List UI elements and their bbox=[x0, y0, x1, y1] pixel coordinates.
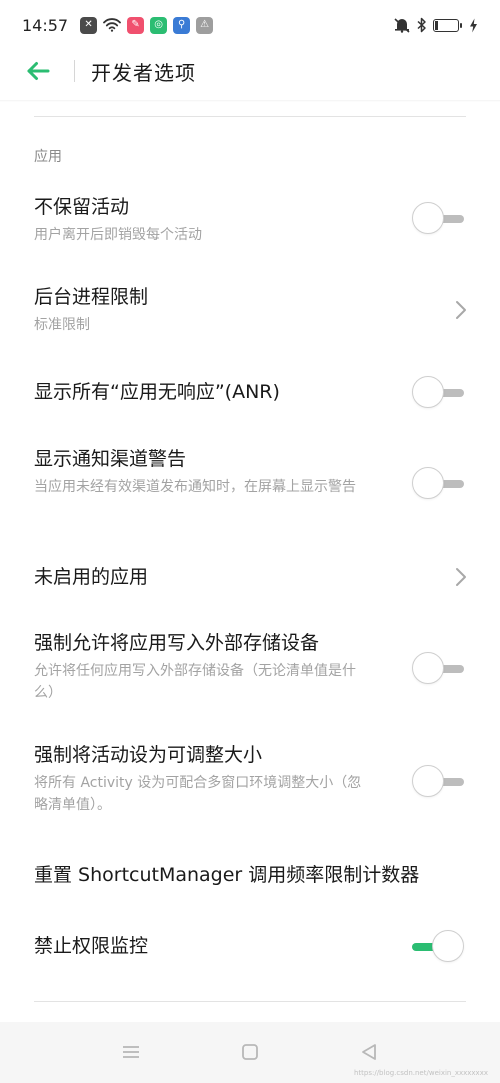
page-title: 开发者选项 bbox=[91, 60, 196, 85]
header-shadow bbox=[0, 100, 500, 102]
setting-reset-shortcutmanager-rate-limiting[interactable]: 重置 ShortcutManager 调用频率限制计数器 bbox=[0, 858, 500, 894]
status-time: 14:57 bbox=[22, 15, 69, 35]
toggle-switch[interactable] bbox=[412, 467, 466, 501]
setting-dont-keep-activities[interactable]: 不保留活动 用户离开后即销毁每个活动 bbox=[0, 190, 500, 260]
wechat-icon: ◎ bbox=[150, 16, 168, 34]
setting-text: 后台进程限制 标准限制 bbox=[34, 284, 374, 336]
setting-title: 强制将活动设为可调整大小 bbox=[34, 744, 263, 766]
screen: 14:57 ✕ ✎ ◎ ⚲ ⚠ 开发者选项 应用 不保留活动 用户离开后即销毁每… bbox=[0, 0, 500, 1083]
setting-disable-permission-monitoring[interactable]: 禁止权限监控 bbox=[0, 928, 500, 968]
setting-text: 显示通知渠道警告 当应用未经有效渠道发布通知时，在屏幕上显示警告 bbox=[34, 446, 374, 498]
setting-show-all-anr[interactable]: 显示所有“应用无响应”(ANR) bbox=[0, 374, 500, 414]
status-left: 14:57 ✕ ✎ ◎ ⚲ ⚠ bbox=[22, 15, 214, 35]
setting-force-resizable-activities[interactable]: 强制将活动设为可调整大小 将所有 Activity 设为可配合多窗口环境调整大小… bbox=[0, 742, 500, 826]
charging-icon bbox=[469, 18, 478, 33]
setting-text: 显示所有“应用无响应”(ANR) bbox=[34, 379, 374, 405]
setting-text: 禁止权限监控 bbox=[34, 933, 374, 959]
chevron-right-icon bbox=[454, 299, 468, 321]
title-divider bbox=[74, 60, 75, 82]
setting-text: 不保留活动 用户离开后即销毁每个活动 bbox=[34, 194, 374, 246]
setting-title: 后台进程限制 bbox=[34, 286, 149, 308]
setting-inactive-apps[interactable]: 未启用的应用 bbox=[0, 560, 500, 596]
toggle-switch[interactable] bbox=[412, 652, 466, 686]
setting-force-allow-external-storage[interactable]: 强制允许将应用写入外部存储设备 允许将任何应用写入外部存储设备（无论清单值是什么… bbox=[0, 628, 500, 712]
debug-icon: ⚠ bbox=[196, 16, 214, 34]
setting-text: 重置 ShortcutManager 调用频率限制计数器 bbox=[34, 862, 474, 888]
nav-bar: https://blog.csdn.net/weixin_xxxxxxxx bbox=[0, 1022, 500, 1083]
toggle-switch[interactable] bbox=[412, 765, 466, 799]
app-notification-icon: ✎ bbox=[127, 16, 145, 34]
setting-text: 强制将活动设为可调整大小 将所有 Activity 设为可配合多窗口环境调整大小… bbox=[34, 742, 374, 816]
switch-knob bbox=[412, 652, 444, 684]
watermark: https://blog.csdn.net/weixin_xxxxxxxx bbox=[353, 1069, 488, 1077]
battery-icon bbox=[433, 18, 462, 32]
setting-subtitle: 允许将任何应用写入外部存储设备（无论清单值是什么） bbox=[34, 663, 356, 701]
setting-text: 强制允许将应用写入外部存储设备 允许将任何应用写入外部存储设备（无论清单值是什么… bbox=[34, 630, 374, 704]
toggle-switch[interactable] bbox=[412, 376, 466, 410]
setting-subtitle: 将所有 Activity 设为可配合多窗口环境调整大小（忽略清单值）。 bbox=[34, 775, 362, 813]
mute-icon bbox=[393, 17, 411, 33]
toggle-switch[interactable] bbox=[412, 202, 466, 236]
top-divider bbox=[34, 116, 466, 117]
usb-icon: ⚲ bbox=[173, 16, 191, 34]
switch-knob bbox=[412, 467, 444, 499]
setting-title: 重置 ShortcutManager 调用频率限制计数器 bbox=[34, 864, 420, 886]
status-right bbox=[393, 17, 478, 33]
setting-background-process-limit[interactable]: 后台进程限制 标准限制 bbox=[0, 280, 500, 350]
setting-title: 强制允许将应用写入外部存储设备 bbox=[34, 632, 320, 654]
bluetooth-icon bbox=[417, 17, 427, 33]
back-arrow-icon bbox=[27, 62, 50, 80]
setting-title: 显示通知渠道警告 bbox=[34, 448, 187, 470]
setting-subtitle: 当应用未经有效渠道发布通知时，在屏幕上显示警告 bbox=[34, 479, 356, 495]
setting-subtitle: 用户离开后即销毁每个活动 bbox=[34, 227, 202, 243]
status-bar: 14:57 ✕ ✎ ◎ ⚲ ⚠ bbox=[0, 0, 500, 50]
setting-subtitle: 标准限制 bbox=[34, 317, 90, 333]
title-bar: 开发者选项 bbox=[0, 50, 500, 92]
section-header-apps: 应用 bbox=[34, 149, 62, 165]
chevron-right-icon bbox=[454, 566, 468, 588]
home-icon[interactable] bbox=[238, 1040, 262, 1064]
back-triangle-icon[interactable] bbox=[357, 1040, 381, 1064]
setting-title: 禁止权限监控 bbox=[34, 935, 149, 957]
toggle-switch-on[interactable] bbox=[412, 930, 466, 964]
bottom-divider bbox=[34, 1001, 466, 1002]
switch-knob bbox=[432, 930, 464, 962]
close-notification-icon: ✕ bbox=[80, 16, 98, 34]
wifi-icon bbox=[103, 18, 122, 32]
switch-knob bbox=[412, 202, 444, 234]
switch-knob bbox=[412, 376, 444, 408]
setting-title: 不保留活动 bbox=[34, 196, 130, 218]
setting-title: 未启用的应用 bbox=[34, 566, 149, 588]
menu-icon[interactable] bbox=[119, 1040, 143, 1064]
setting-notification-channel-warnings[interactable]: 显示通知渠道警告 当应用未经有效渠道发布通知时，在屏幕上显示警告 bbox=[0, 444, 500, 528]
back-button[interactable] bbox=[18, 50, 58, 92]
setting-text: 未启用的应用 bbox=[34, 564, 374, 590]
setting-title: 显示所有“应用无响应”(ANR) bbox=[34, 381, 280, 403]
switch-knob bbox=[412, 765, 444, 797]
battery-level bbox=[435, 20, 438, 30]
